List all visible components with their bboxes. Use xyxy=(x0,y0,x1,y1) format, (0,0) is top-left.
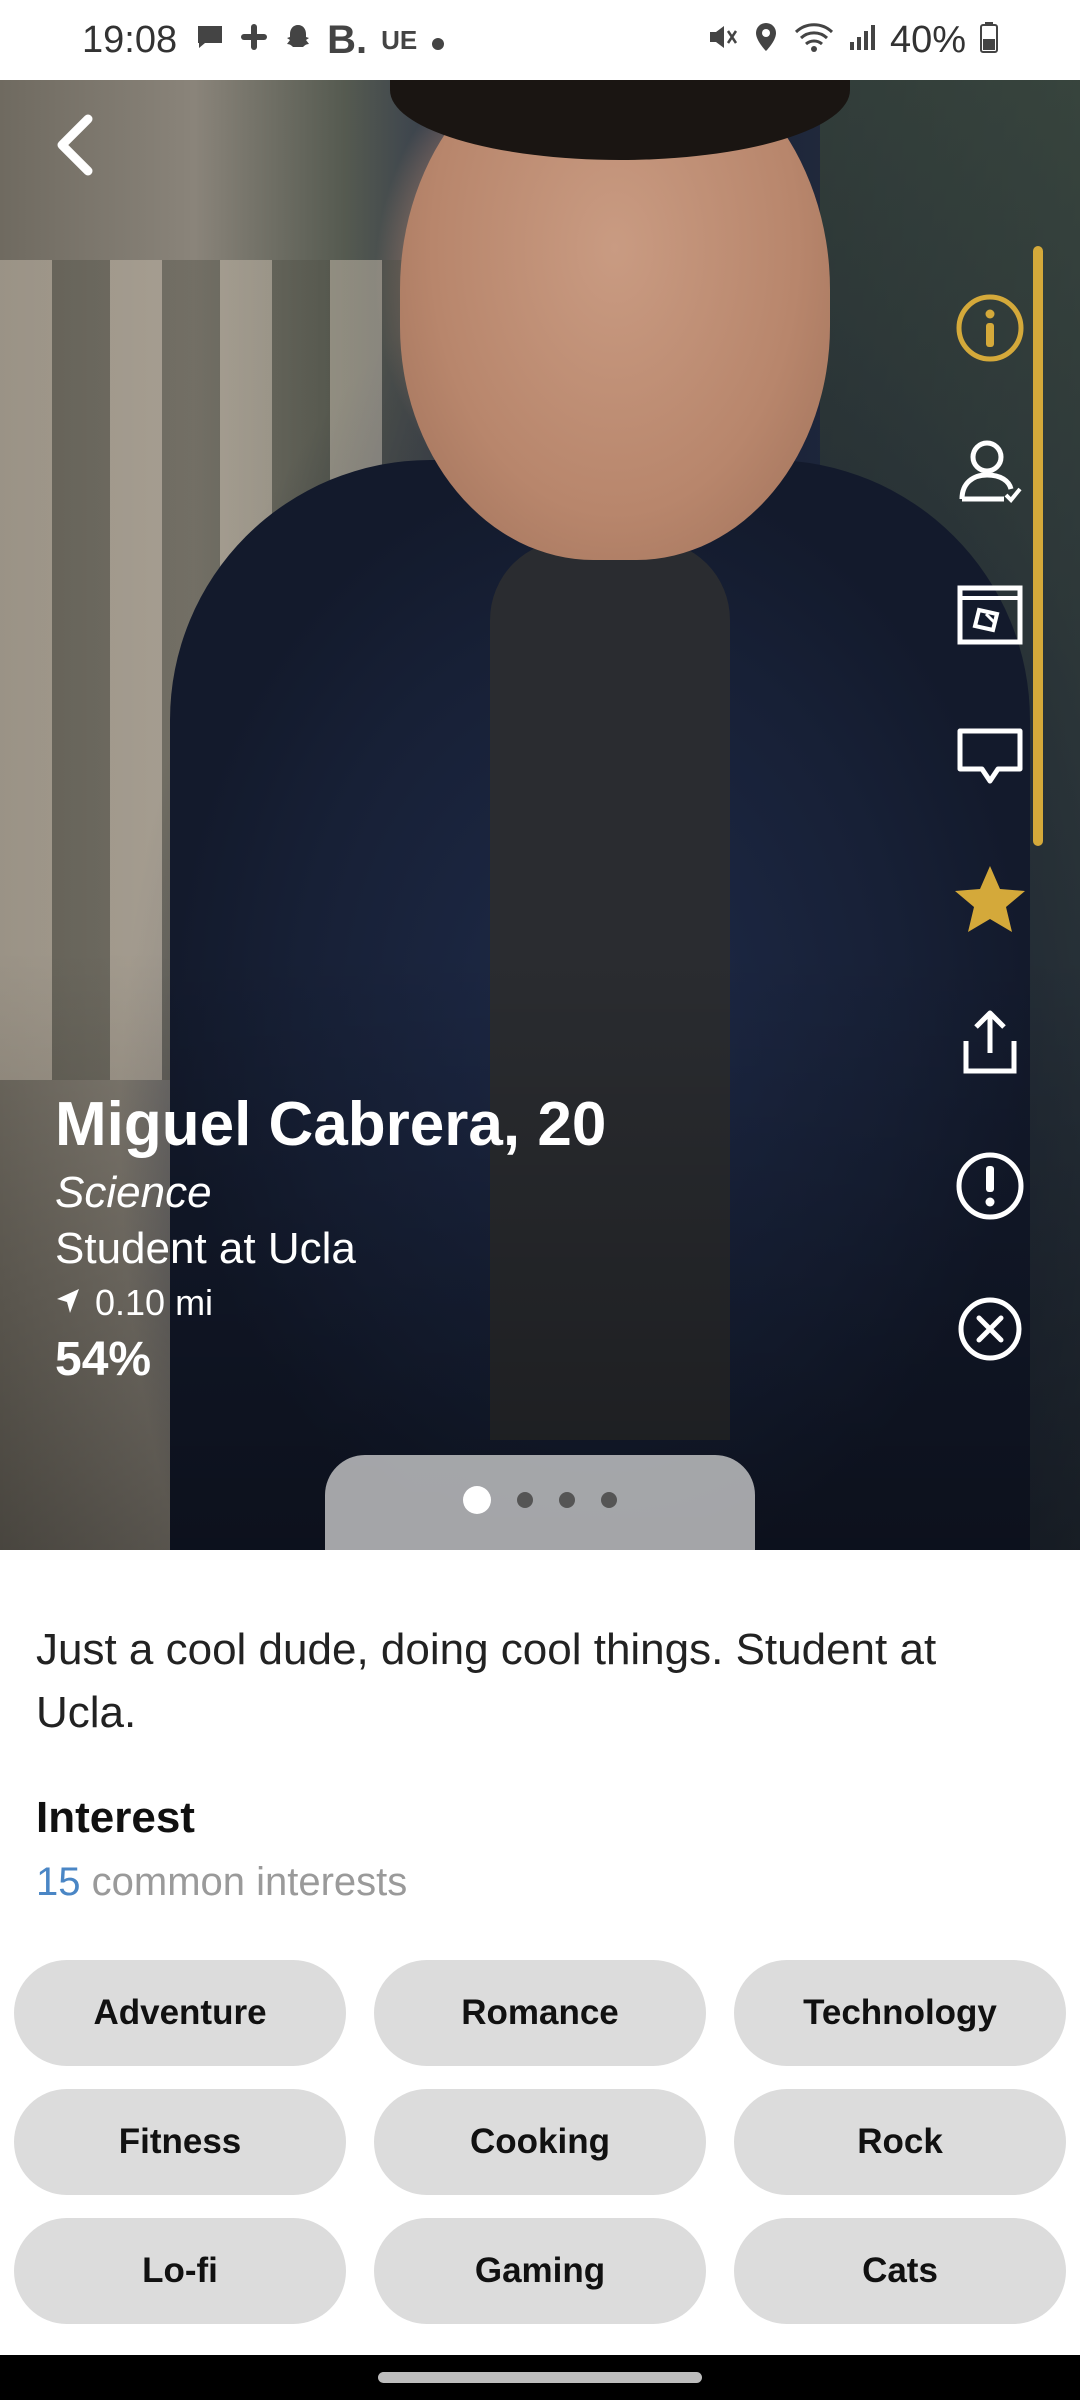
system-nav-bar xyxy=(0,2355,1080,2400)
ue-icon: UE xyxy=(381,25,418,55)
mute-icon xyxy=(706,21,738,59)
status-right: 40% xyxy=(706,19,998,62)
chat-button[interactable] xyxy=(950,719,1030,799)
close-icon xyxy=(956,1295,1024,1368)
interest-count-number: 15 xyxy=(36,1860,81,1904)
profile-verified-icon xyxy=(954,435,1026,512)
side-scroll-indicator xyxy=(1033,246,1043,846)
interest-title: Interest xyxy=(36,1793,195,1842)
info-icon xyxy=(954,292,1026,369)
dot-icon xyxy=(431,23,445,57)
interest-chip[interactable]: Cooking xyxy=(374,2089,706,2195)
info-button[interactable] xyxy=(950,290,1030,370)
back-arrow-icon xyxy=(50,113,100,182)
distance-value: 0.10 mi xyxy=(95,1282,214,1323)
chat-icon xyxy=(954,721,1026,798)
booking-icon: B. xyxy=(327,18,368,62)
interest-count-label: common interests xyxy=(91,1860,408,1904)
share-icon xyxy=(954,1007,1026,1084)
profile-verified-button[interactable] xyxy=(950,433,1030,513)
battery-icon xyxy=(980,21,998,59)
wifi-icon xyxy=(794,21,834,59)
home-indicator[interactable] xyxy=(378,2372,702,2383)
profile-school: Student at Ucla xyxy=(55,1224,356,1273)
pager-dot-1[interactable] xyxy=(463,1485,491,1514)
interest-chip[interactable]: Gaming xyxy=(374,2218,706,2324)
favorite-button[interactable] xyxy=(950,862,1030,942)
status-bar: 19:08 B. UE 40% xyxy=(0,0,1080,80)
interest-chips: Adventure Romance Technology Fitness Coo… xyxy=(14,1960,1066,2324)
photo-pager[interactable] xyxy=(325,1455,755,1550)
star-icon xyxy=(952,862,1028,943)
slack-icon xyxy=(239,22,269,58)
interest-chip[interactable]: Lo-fi xyxy=(14,2218,346,2324)
profile-major: Science xyxy=(55,1168,212,1217)
pager-dot-2[interactable] xyxy=(517,1491,533,1508)
profile-distance: 0.10 mi xyxy=(55,1277,606,1329)
match-percent: 54% xyxy=(55,1333,152,1386)
interest-count: 15 common interests xyxy=(36,1860,407,1905)
interest-chip[interactable]: Technology xyxy=(734,1960,1066,2066)
profile-name: Miguel Cabrera, 20 xyxy=(55,1090,607,1159)
signal-icon xyxy=(848,22,876,58)
back-button[interactable] xyxy=(40,112,110,182)
status-time: 19:08 xyxy=(82,18,178,61)
profile-info: Miguel Cabrera, 20 Science Student at Uc… xyxy=(55,1085,606,1391)
navigation-arrow-icon xyxy=(55,1277,81,1329)
pager-dot-3[interactable] xyxy=(559,1491,575,1508)
status-left: 19:08 B. UE xyxy=(82,19,445,62)
close-button[interactable] xyxy=(950,1291,1030,1371)
interest-chip[interactable]: Romance xyxy=(374,1960,706,2066)
pager-dot-4[interactable] xyxy=(601,1491,617,1508)
interest-chip[interactable]: Cats xyxy=(734,2218,1066,2324)
snapchat-icon xyxy=(283,22,313,58)
interest-chip[interactable]: Adventure xyxy=(14,1960,346,2066)
message-icon xyxy=(195,22,225,58)
card-icon xyxy=(954,578,1026,655)
battery-level: 40% xyxy=(889,18,966,61)
card-button[interactable] xyxy=(950,576,1030,656)
report-icon xyxy=(954,1150,1026,1227)
profile-bio: Just a cool dude, doing cool things. Stu… xyxy=(36,1625,937,1737)
report-button[interactable] xyxy=(950,1148,1030,1228)
location-icon xyxy=(752,21,780,59)
interest-chip[interactable]: Rock xyxy=(734,2089,1066,2195)
share-button[interactable] xyxy=(950,1005,1030,1085)
interest-chip[interactable]: Fitness xyxy=(14,2089,346,2195)
